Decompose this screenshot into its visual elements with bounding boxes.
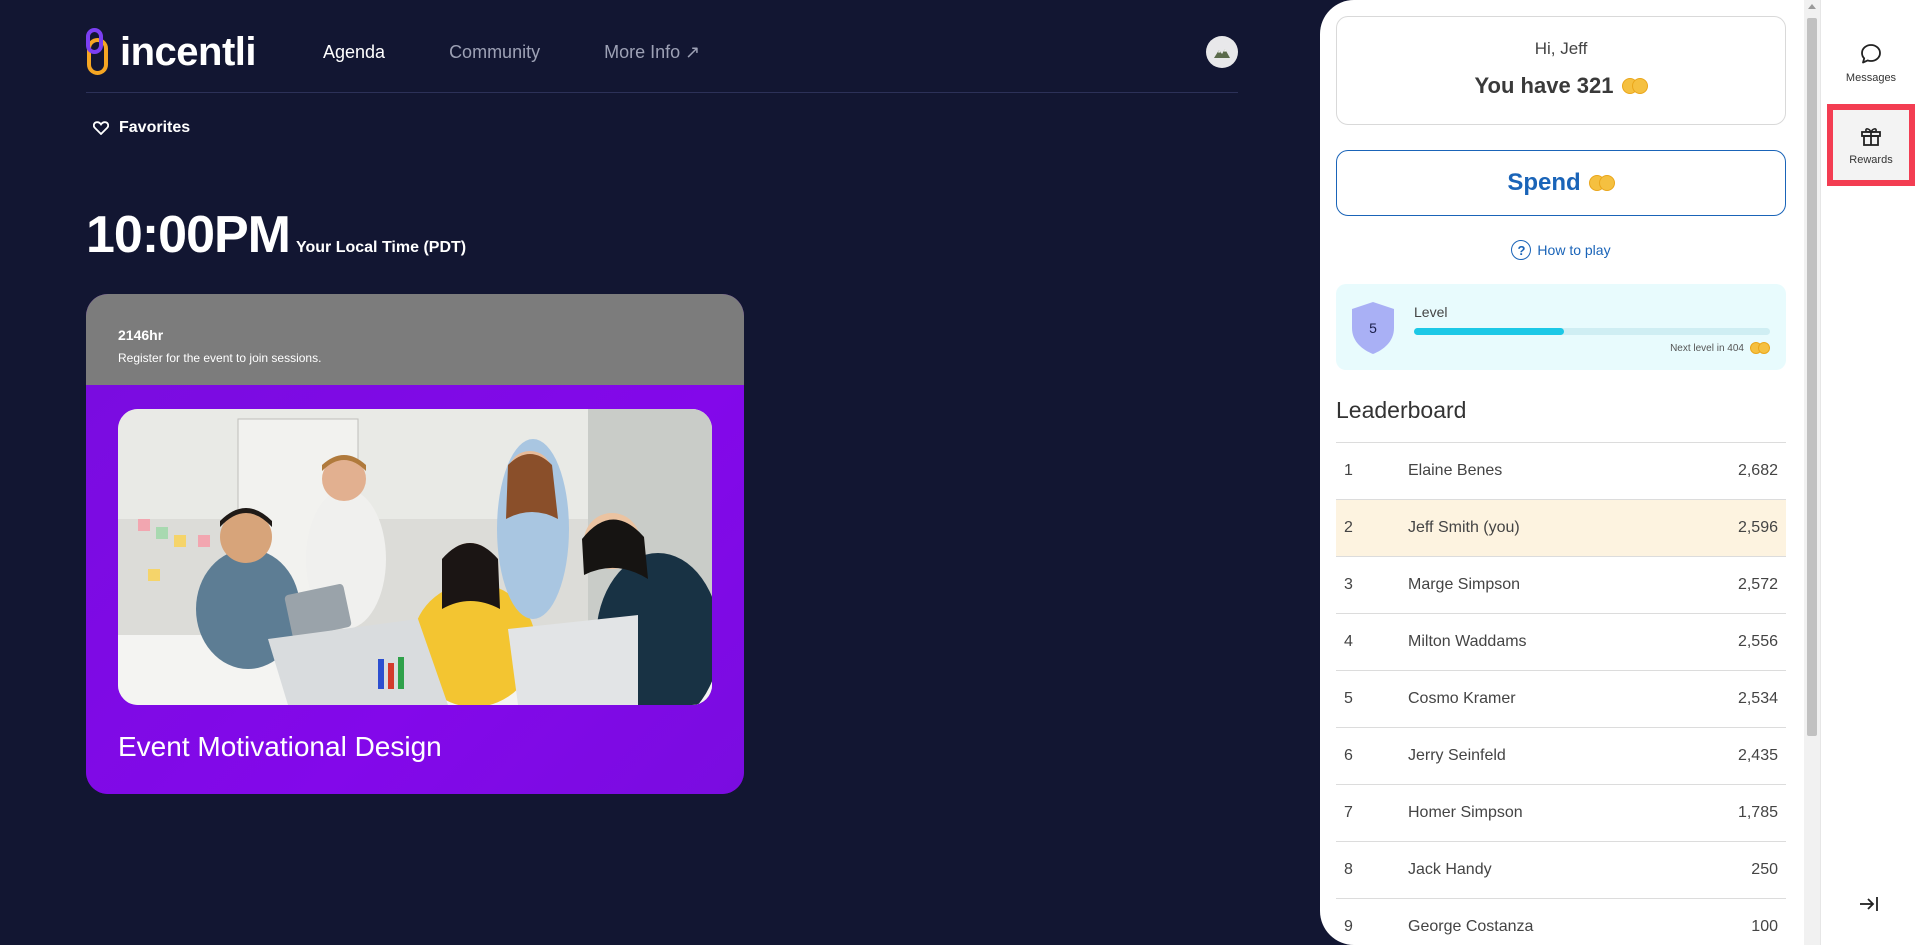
leaderboard-score: 2,435 (1737, 747, 1778, 764)
leaderboard-rank: 5 (1344, 690, 1353, 707)
event-hours: 2146hr (118, 327, 164, 343)
nav-agenda[interactable]: Agenda (323, 42, 385, 63)
leaderboard-name: George Costanza (1408, 918, 1534, 935)
leaderboard-row: 5 Cosmo Kramer 2,534 (1336, 671, 1786, 728)
favorites-link[interactable]: Favorites (93, 119, 190, 137)
greeting: Hi, Jeff (1534, 39, 1588, 58)
leaderboard-row: 4 Milton Waddams 2,556 (1336, 614, 1786, 671)
leaderboard-rank: 3 (1344, 576, 1353, 593)
leaderboard-title: Leaderboard (1336, 397, 1467, 423)
scroll-up-arrow-icon[interactable] (1808, 4, 1816, 9)
nav-community[interactable]: Community (449, 42, 540, 63)
mountain-avatar-icon (1214, 49, 1230, 58)
event-card[interactable]: 2146hr Register for the event to join se… (86, 294, 744, 794)
leaderboard-rank: 2 (1344, 519, 1353, 536)
next-level: Next level in 404 (1670, 342, 1770, 354)
gift-icon (1861, 128, 1881, 146)
leaderboard-row: 3 Marge Simpson 2,572 (1336, 557, 1786, 614)
leaderboard-row: 8 Jack Handy 250 (1336, 842, 1786, 899)
incentli-logo-icon (86, 28, 108, 75)
wallet-summary: Hi, Jeff You have 321 (1336, 16, 1786, 125)
leaderboard-score: 1,785 (1737, 804, 1778, 821)
leaderboard-score: 2,596 (1737, 519, 1778, 536)
coin-icon (1588, 175, 1615, 191)
leaderboard-row-current-user: 2 Jeff Smith (you) 2,596 (1336, 500, 1786, 557)
leaderboard-list: 1 Elaine Benes 2,682 2 Jeff Smith (you) … (1336, 442, 1786, 945)
brand-logo[interactable]: incentli (86, 28, 257, 76)
leaderboard-rank: 6 (1344, 747, 1353, 764)
panel-scrollbar-thumb[interactable] (1807, 18, 1817, 736)
local-time: 10:00PM Your Local Time (PDT) (86, 205, 466, 265)
help-icon: ? (1511, 240, 1532, 260)
leaderboard-rank: 4 (1344, 633, 1353, 650)
leaderboard-rank: 1 (1344, 462, 1353, 479)
event-photo (118, 409, 712, 705)
level-number: 5 (1369, 320, 1377, 336)
next-level-text: Next level in 404 (1670, 342, 1744, 354)
level-progress-bar (1414, 328, 1770, 335)
leaderboard-name: Milton Waddams (1408, 633, 1527, 650)
coin-icon (1621, 78, 1648, 94)
event-body: Event Motivational Design (86, 385, 744, 794)
leaderboard-score: 2,534 (1737, 690, 1778, 707)
leaderboard-name: Elaine Benes (1408, 462, 1503, 479)
heart-icon (93, 121, 109, 135)
nav-more-info[interactable]: More Info ↗ (604, 42, 700, 63)
event-note: Register for the event to join sessions. (118, 351, 322, 365)
balance: You have 321 (1337, 73, 1785, 99)
rail-rewards-label: Rewards (1849, 154, 1893, 166)
avatar[interactable] (1206, 36, 1238, 68)
leaderboard-rank: 9 (1344, 918, 1353, 935)
leaderboard-score: 250 (1751, 861, 1778, 878)
leaderboard-name: Homer Simpson (1408, 804, 1523, 821)
leaderboard-rank: 7 (1344, 804, 1353, 821)
spend-label: Spend (1507, 169, 1581, 196)
leaderboard-name: Marge Simpson (1408, 576, 1521, 593)
side-rail: Messages Rewards (1820, 0, 1920, 945)
leaderboard-row: 9 George Costanza 100 (1336, 899, 1786, 945)
rewards-panel: Hi, Jeff You have 321 Spend ? How to pla… (1320, 0, 1820, 945)
brand-name: incentli (120, 29, 257, 74)
balance-text: You have 321 (1474, 73, 1614, 98)
how-to-play-link[interactable]: ? How to play (1320, 240, 1802, 260)
time-zone-label: Your Local Time (PDT) (296, 239, 467, 256)
event-header: 2146hr Register for the event to join se… (86, 294, 744, 385)
leaderboard-rank: 8 (1344, 861, 1353, 878)
rail-messages-button[interactable]: Messages (1833, 28, 1909, 98)
event-title[interactable]: Event Motivational Design (118, 731, 442, 763)
how-to-play-label: How to play (1537, 242, 1611, 258)
level-card: 5 Level Next level in 404 (1336, 284, 1786, 370)
collapse-panel-button[interactable] (1857, 892, 1881, 921)
leaderboard-row: 7 Homer Simpson 1,785 (1336, 785, 1786, 842)
spend-button[interactable]: Spend (1336, 150, 1786, 216)
coin-icon (1750, 342, 1770, 354)
leaderboard-name: Cosmo Kramer (1408, 690, 1516, 707)
leaderboard-row: 6 Jerry Seinfeld 2,435 (1336, 728, 1786, 785)
leaderboard-row: 1 Elaine Benes 2,682 (1336, 443, 1786, 500)
leaderboard-score: 2,572 (1737, 576, 1778, 593)
rail-messages-label: Messages (1845, 72, 1897, 84)
time-value: 10:00PM (86, 206, 291, 264)
leaderboard-name: Jeff Smith (you) (1408, 519, 1520, 536)
level-progress-fill (1414, 328, 1564, 335)
chat-bubble-icon (1861, 44, 1881, 64)
leaderboard-score: 100 (1751, 918, 1778, 935)
rail-rewards-button[interactable]: Rewards (1827, 104, 1915, 186)
main-nav: Agenda Community More Info ↗ (323, 42, 700, 63)
leaderboard-score: 2,556 (1737, 633, 1778, 650)
favorites-label: Favorites (119, 119, 191, 136)
collapse-arrow-icon (1860, 897, 1878, 911)
leaderboard-score: 2,682 (1737, 462, 1778, 479)
team-celebration-image (118, 409, 712, 705)
top-bar: incentli Agenda Community More Info ↗ (86, 0, 1238, 93)
leaderboard-name: Jack Handy (1408, 861, 1492, 878)
level-label: Level (1414, 304, 1448, 320)
leaderboard-name: Jerry Seinfeld (1408, 747, 1506, 764)
level-shield-icon: 5 (1352, 302, 1394, 354)
